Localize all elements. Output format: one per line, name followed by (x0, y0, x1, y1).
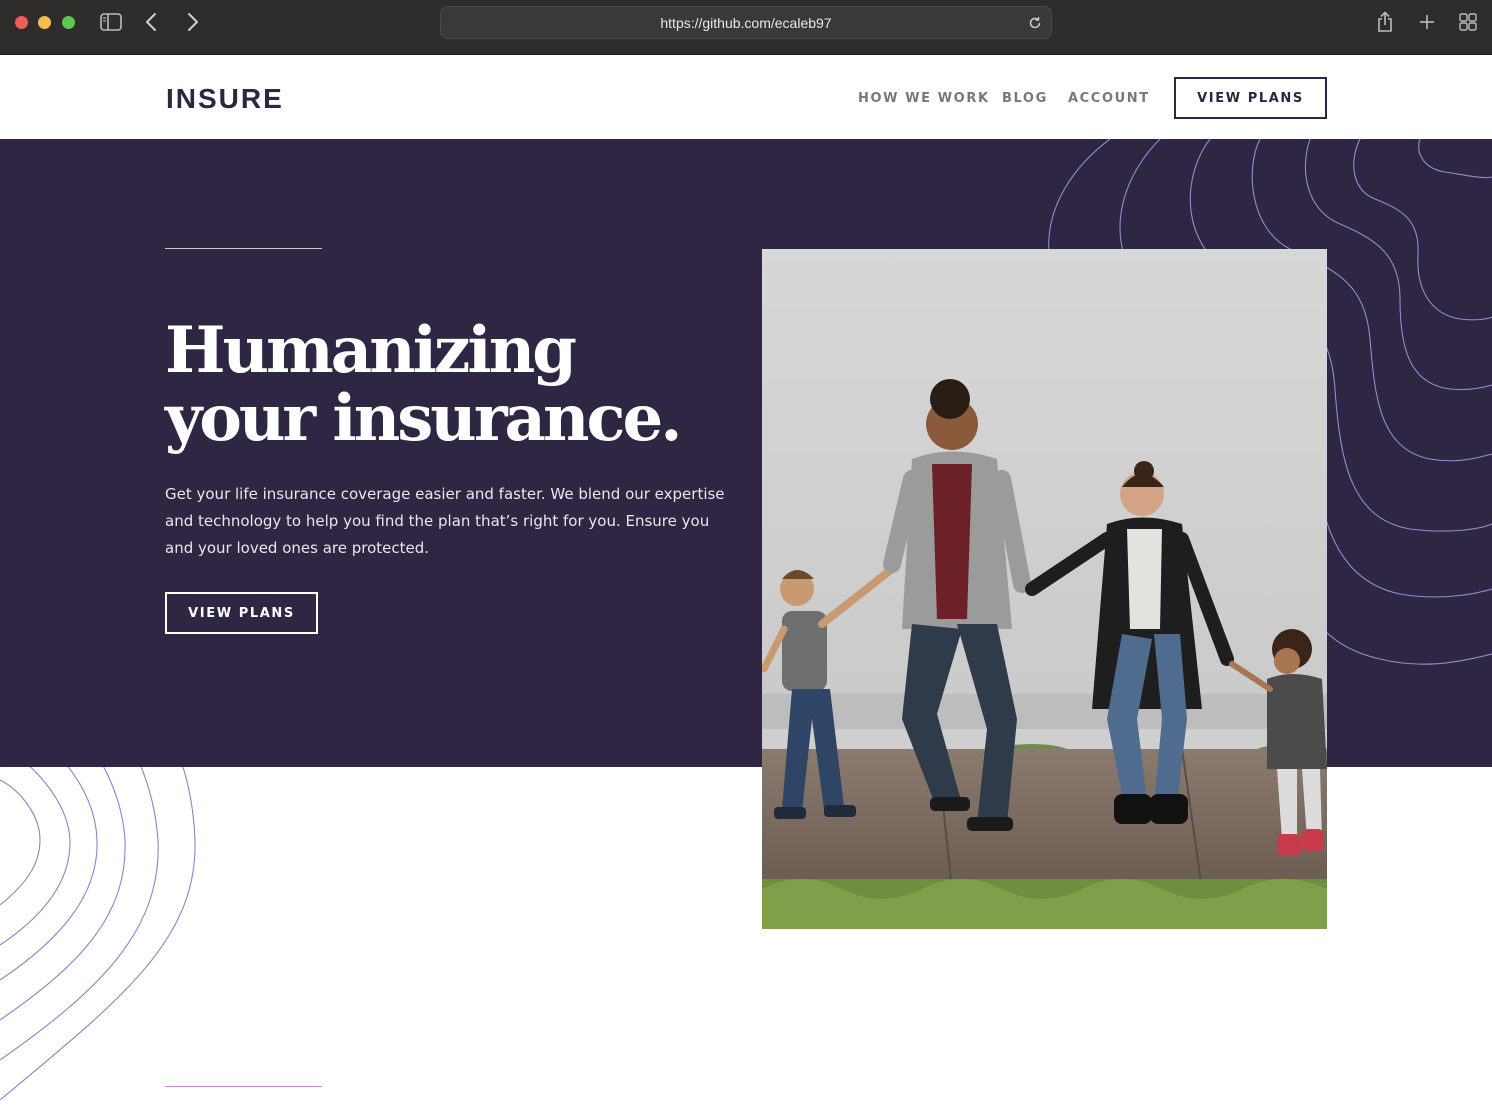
url-text: https://github.com/ecaleb97 (660, 15, 832, 31)
hero-family-photo (762, 249, 1327, 929)
chevron-left-icon[interactable] (141, 10, 161, 34)
chevron-right-icon[interactable] (183, 10, 203, 34)
nav-link-how-we-work[interactable]: HOW WE WORK (858, 91, 990, 106)
hero-title-line-2: your insurance. (165, 381, 682, 456)
nav-link-account[interactable]: ACCOUNT (1068, 91, 1150, 106)
minimize-window-button[interactable] (38, 16, 51, 29)
hero-title-line-1: Humanizing (165, 313, 577, 388)
tab-grid-icon[interactable] (1457, 10, 1479, 34)
nav-link-blog[interactable]: BLOG (1002, 91, 1048, 106)
zoom-window-button[interactable] (62, 16, 75, 29)
header-view-plans-button[interactable]: VIEW PLANS (1174, 77, 1327, 119)
site-logo[interactable]: INSURE (166, 83, 284, 115)
plus-icon[interactable] (1416, 10, 1438, 34)
hero-title: Humanizing your insurance. (165, 317, 725, 453)
hero-description: Get your life insurance coverage easier … (165, 485, 725, 557)
share-icon[interactable] (1374, 10, 1396, 34)
hero-divider (165, 248, 322, 249)
close-window-button[interactable] (15, 16, 28, 29)
site-header: INSURE HOW WE WORK BLOG ACCOUNT VIEW PLA… (0, 55, 1492, 139)
reload-icon[interactable] (1026, 14, 1044, 32)
section-divider (165, 1086, 322, 1087)
address-bar[interactable]: https://github.com/ecaleb97 (440, 6, 1052, 39)
browser-toolbar: https://github.com/ecaleb97 (0, 0, 1492, 55)
sidebar-toggle-icon[interactable] (99, 10, 123, 34)
hero-view-plans-button[interactable]: VIEW PLANS (165, 592, 318, 634)
